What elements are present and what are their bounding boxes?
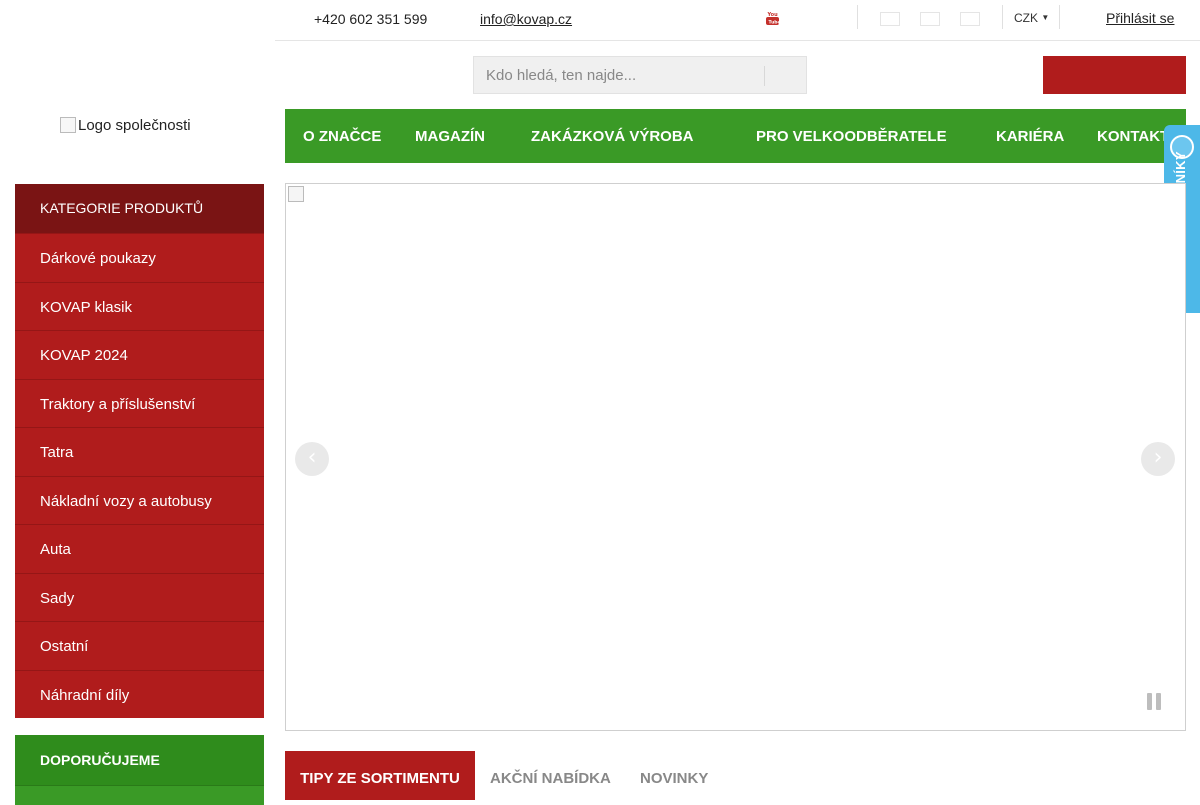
category-item[interactable]: Tatra	[15, 427, 264, 476]
nav-item-kariera[interactable]: KARIÉRA	[996, 128, 1064, 145]
divider	[1002, 5, 1003, 29]
nav-item-kontakt[interactable]: KONTAKT	[1097, 128, 1169, 145]
nav-item-o-znacce[interactable]: O ZNAČCE	[303, 128, 381, 145]
cart-button[interactable]	[1043, 56, 1186, 94]
category-item[interactable]: Traktory a příslušenství	[15, 378, 264, 427]
category-item[interactable]: Sady	[15, 572, 264, 621]
category-item[interactable]: Ostatní	[15, 621, 264, 670]
tab-novinky[interactable]: NOVINKY	[640, 751, 708, 800]
search-box	[473, 56, 807, 94]
pause-icon[interactable]	[1147, 693, 1163, 710]
category-item[interactable]: KOVAP klasik	[15, 281, 264, 330]
company-logo[interactable]: Logo společnosti	[60, 117, 191, 134]
nav-item-pro-velkoodberatele[interactable]: PRO VELKOODBĚRATELE	[756, 128, 947, 145]
category-item[interactable]: Dárkové poukazy	[15, 233, 264, 282]
category-item[interactable]: Auta	[15, 524, 264, 573]
broken-image-icon	[60, 117, 76, 133]
login-link[interactable]: Přihlásit se	[1106, 10, 1174, 26]
recommended-item[interactable]	[15, 785, 264, 805]
search-button[interactable]	[765, 57, 806, 93]
language-flag-icon[interactable]	[960, 12, 980, 26]
chevron-right-icon: ›	[1153, 445, 1163, 470]
divider	[1059, 5, 1060, 29]
svg-text:Tube: Tube	[769, 19, 780, 25]
language-flag-icon[interactable]	[920, 12, 940, 26]
language-flag-icon[interactable]	[880, 12, 900, 26]
recommended-section: DOPORUČUJEME	[15, 735, 264, 805]
slider-next-button[interactable]: ›	[1141, 442, 1175, 476]
chevron-left-icon: ‹	[307, 445, 317, 470]
caret-down-icon: ▼	[1041, 13, 1050, 22]
nav-item-magazin[interactable]: MAGAZÍN	[415, 128, 485, 145]
hero-slider: ‹ ›	[285, 183, 1186, 731]
category-item[interactable]: KOVAP 2024	[15, 330, 264, 379]
youtube-icon[interactable]: You Tube	[766, 11, 779, 25]
currency-select[interactable]: CZK ▼	[1014, 11, 1049, 25]
broken-image-icon	[288, 186, 304, 202]
divider	[857, 5, 858, 29]
category-item[interactable]: Náhradní díly	[15, 669, 264, 718]
slider-prev-button[interactable]: ‹	[295, 442, 329, 476]
currency-label: CZK	[1014, 11, 1038, 25]
nav-item-zakazkova-vyroba[interactable]: ZAKÁZKOVÁ VÝROBA	[531, 128, 694, 145]
category-sidebar: KATEGORIE PRODUKTŮ Dárkové poukazy KOVAP…	[15, 184, 264, 718]
tab-akcni-nabidka[interactable]: AKČNÍ NABÍDKA	[490, 751, 611, 800]
recommended-title: DOPORUČUJEME	[15, 735, 264, 785]
category-sidebar-title: KATEGORIE PRODUKTŮ	[15, 184, 264, 233]
phone-number[interactable]: +420 602 351 599	[314, 11, 427, 27]
logo-alt-text: Logo společnosti	[78, 117, 191, 134]
main-nav: O ZNAČCE MAGAZÍN ZAKÁZKOVÁ VÝROBA PRO VE…	[285, 109, 1186, 163]
top-bar: +420 602 351 599 info@kovap.cz You Tube …	[275, 0, 1200, 41]
search-input[interactable]	[474, 57, 764, 93]
tab-tipy-ze-sortimentu[interactable]: TIPY ZE SORTIMENTU	[285, 751, 475, 800]
email-link[interactable]: info@kovap.cz	[480, 11, 572, 27]
svg-text:You: You	[767, 12, 779, 18]
category-item[interactable]: Nákladní vozy a autobusy	[15, 475, 264, 524]
